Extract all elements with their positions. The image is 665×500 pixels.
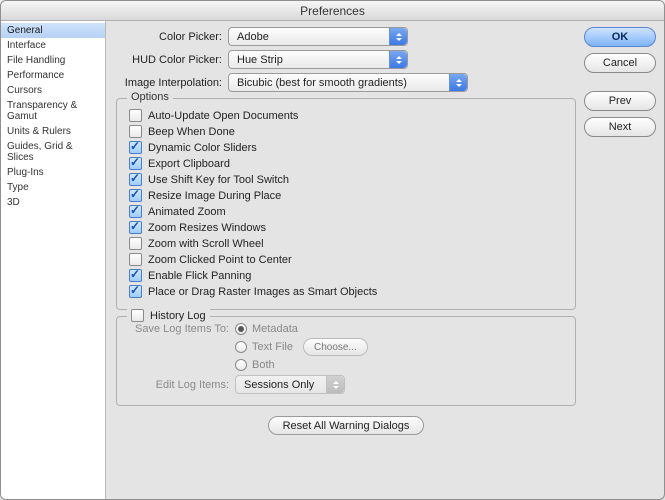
option-checkbox-3[interactable] bbox=[129, 157, 142, 170]
sidebar-item-transparency[interactable]: Transparency & Gamut bbox=[1, 98, 105, 124]
sidebar-item-cursors[interactable]: Cursors bbox=[1, 83, 105, 98]
option-checkbox-7[interactable] bbox=[129, 221, 142, 234]
option-label: Export Clipboard bbox=[148, 158, 230, 170]
sidebar-item-performance[interactable]: Performance bbox=[1, 68, 105, 83]
option-label: Beep When Done bbox=[148, 126, 235, 138]
option-label: Place or Drag Raster Images as Smart Obj… bbox=[148, 286, 377, 298]
dialog-buttons: OK Cancel Prev Next bbox=[584, 21, 664, 499]
option-checkbox-2[interactable] bbox=[129, 141, 142, 154]
color-picker-select[interactable]: Adobe bbox=[228, 27, 408, 46]
sidebar-item-interface[interactable]: Interface bbox=[1, 38, 105, 53]
choose-button[interactable]: Choose... bbox=[303, 338, 368, 356]
option-checkbox-10[interactable] bbox=[129, 269, 142, 282]
sidebar-item-plugins[interactable]: Plug-Ins bbox=[1, 165, 105, 180]
option-checkbox-4[interactable] bbox=[129, 173, 142, 186]
history-group: History Log Save Log Items To: Metadata … bbox=[116, 316, 576, 406]
sidebar-item-3d[interactable]: 3D bbox=[1, 195, 105, 210]
options-legend: Options bbox=[127, 91, 173, 103]
option-checkbox-0[interactable] bbox=[129, 109, 142, 122]
next-button[interactable]: Next bbox=[584, 117, 656, 137]
reset-warnings-button[interactable]: Reset All Warning Dialogs bbox=[268, 416, 425, 435]
prev-button[interactable]: Prev bbox=[584, 91, 656, 111]
sidebar-item-type[interactable]: Type bbox=[1, 180, 105, 195]
option-checkbox-5[interactable] bbox=[129, 189, 142, 202]
history-log-checkbox[interactable] bbox=[131, 309, 144, 322]
options-group: Options Auto-Update Open DocumentsBeep W… bbox=[116, 98, 576, 310]
hud-picker-select[interactable]: Hue Strip bbox=[228, 50, 408, 69]
window-title: Preferences bbox=[1, 1, 664, 21]
cancel-button[interactable]: Cancel bbox=[584, 53, 656, 73]
category-sidebar: General Interface File Handling Performa… bbox=[1, 21, 106, 499]
option-label: Auto-Update Open Documents bbox=[148, 110, 298, 122]
interpolation-select[interactable]: Bicubic (best for smooth gradients) bbox=[228, 73, 468, 92]
option-label: Resize Image During Place bbox=[148, 190, 281, 202]
preferences-window: Preferences General Interface File Handl… bbox=[0, 0, 665, 500]
option-label: Use Shift Key for Tool Switch bbox=[148, 174, 289, 186]
option-label: Animated Zoom bbox=[148, 206, 226, 218]
chevron-updown-icon bbox=[326, 376, 344, 393]
ok-button[interactable]: OK bbox=[584, 27, 656, 47]
hud-picker-label: HUD Color Picker: bbox=[116, 54, 228, 66]
main-panel: Color Picker: Adobe HUD Color Picker: Hu… bbox=[106, 21, 584, 499]
interpolation-label: Image Interpolation: bbox=[116, 77, 228, 89]
option-checkbox-8[interactable] bbox=[129, 237, 142, 250]
option-label: Dynamic Color Sliders bbox=[148, 142, 257, 154]
sidebar-item-file-handling[interactable]: File Handling bbox=[1, 53, 105, 68]
option-checkbox-6[interactable] bbox=[129, 205, 142, 218]
chevron-updown-icon bbox=[389, 51, 407, 68]
option-label: Enable Flick Panning bbox=[148, 270, 251, 282]
radio-textfile[interactable] bbox=[235, 341, 247, 353]
sidebar-item-guides[interactable]: Guides, Grid & Slices bbox=[1, 139, 105, 165]
radio-metadata[interactable] bbox=[235, 323, 247, 335]
history-legend: History Log bbox=[127, 309, 210, 322]
chevron-updown-icon bbox=[449, 74, 467, 91]
sidebar-item-general[interactable]: General bbox=[1, 23, 105, 38]
option-label: Zoom with Scroll Wheel bbox=[148, 238, 264, 250]
sidebar-item-units[interactable]: Units & Rulers bbox=[1, 124, 105, 139]
option-label: Zoom Resizes Windows bbox=[148, 222, 266, 234]
option-checkbox-9[interactable] bbox=[129, 253, 142, 266]
edit-log-select[interactable]: Sessions Only bbox=[235, 375, 345, 394]
option-checkbox-11[interactable] bbox=[129, 285, 142, 298]
radio-both[interactable] bbox=[235, 359, 247, 371]
option-label: Zoom Clicked Point to Center bbox=[148, 254, 292, 266]
edit-log-label: Edit Log Items: bbox=[127, 379, 235, 391]
chevron-updown-icon bbox=[389, 28, 407, 45]
save-to-label: Save Log Items To: bbox=[127, 323, 235, 335]
option-checkbox-1[interactable] bbox=[129, 125, 142, 138]
color-picker-label: Color Picker: bbox=[116, 31, 228, 43]
